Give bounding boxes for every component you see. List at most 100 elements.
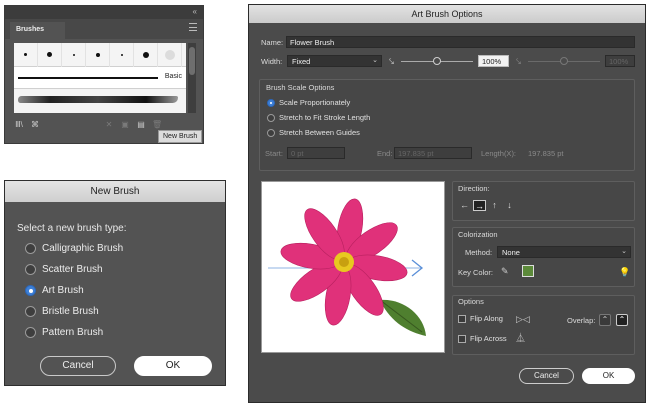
variation-icon: ⤥: [516, 56, 522, 66]
panel-tab-row: Brushes: [5, 19, 203, 39]
scale-option[interactable]: Stretch Between Guides: [267, 128, 360, 137]
width-mode-dropdown[interactable]: Fixed ⌄: [287, 55, 382, 67]
eyedropper-icon[interactable]: ✎: [501, 266, 509, 276]
library-icon[interactable]: ⌘: [30, 120, 40, 129]
art-brush-options-dialog: Art Brush Options Name: Flower Brush Wid…: [248, 4, 646, 403]
ok-button[interactable]: OK: [582, 368, 635, 384]
direction-arrow-button[interactable]: ↓: [503, 200, 516, 211]
scrollbar-thumb[interactable]: [189, 47, 195, 75]
flip-across-icon: ⏅: [516, 333, 526, 343]
brush-type-label: Calligraphic Brush: [42, 242, 124, 254]
brush-type-option[interactable]: Pattern Brush: [25, 325, 103, 339]
collapse-icon[interactable]: «: [193, 7, 197, 16]
radio-button[interactable]: [267, 98, 275, 107]
scale-option[interactable]: Stretch to Fit Stroke Length: [267, 113, 370, 122]
brush-libraries-icon[interactable]: Ⅲ\: [14, 120, 24, 129]
panel-menu-icon[interactable]: [189, 23, 197, 31]
end-field: 197.835 pt: [394, 147, 472, 159]
new-brush-dialog: New Brush Select a new brush type: Calli…: [4, 180, 226, 386]
length-value: 197.835 pt: [528, 149, 564, 158]
name-label: Name:: [261, 38, 284, 47]
flip-across-option[interactable]: Flip Across: [458, 334, 507, 343]
chevron-down-icon: ⌄: [372, 57, 378, 64]
brush-type-label: Scatter Brush: [42, 263, 103, 275]
flip-along-option[interactable]: Flip Along: [458, 314, 503, 323]
brush-type-label: Pattern Brush: [42, 326, 104, 338]
start-label: Start:: [265, 149, 283, 158]
brush-tip-preview: [24, 53, 27, 56]
brush-preview: [261, 181, 445, 353]
flip-along-icon: ▷◁: [516, 314, 530, 324]
start-field: 0 pt: [287, 147, 345, 159]
width-percent-field[interactable]: 100%: [478, 55, 509, 67]
width-label: Width:: [261, 57, 283, 66]
ok-button[interactable]: OK: [134, 356, 212, 376]
cancel-button[interactable]: Cancel: [519, 368, 574, 384]
scale-group-title: Brush Scale Options: [266, 83, 335, 92]
brush-tip-preview: [95, 52, 100, 57]
radio-button[interactable]: [267, 128, 275, 137]
brush-type-option[interactable]: Calligraphic Brush: [25, 241, 123, 255]
method-value: None: [502, 248, 520, 257]
flower-artwork: [268, 198, 426, 336]
brush-swatch[interactable]: [158, 42, 182, 67]
cancel-button[interactable]: Cancel: [40, 356, 116, 376]
brush-swatch[interactable]: [62, 42, 86, 67]
brush-dots-row: [14, 42, 186, 67]
brush-art-stroke[interactable]: [14, 89, 186, 112]
overlap-label: Overlap:: [567, 316, 596, 325]
dialog-title: Art Brush Options: [249, 5, 645, 23]
brush-type-option[interactable]: Bristle Brush: [25, 304, 99, 318]
remove-stroke-icon[interactable]: ✕: [104, 120, 114, 129]
basic-brush-label: Basic: [164, 73, 182, 80]
brush-type-option[interactable]: Scatter Brush: [25, 262, 103, 276]
brush-tip-preview: [72, 53, 75, 56]
brush-swatch[interactable]: [38, 42, 62, 67]
colorization-label: Colorization: [458, 230, 498, 239]
brush-swatch[interactable]: [110, 42, 134, 67]
length-label: Length(X):: [481, 149, 517, 158]
options-icon[interactable]: ▣: [120, 120, 130, 129]
radio-button[interactable]: [25, 263, 36, 275]
radio-button[interactable]: [25, 305, 36, 317]
brush-type-option[interactable]: Art Brush: [25, 283, 84, 297]
key-color-label: Key Color:: [458, 268, 494, 277]
direction-arrow-button[interactable]: ↑: [488, 200, 501, 211]
scale-option[interactable]: Scale Proportionately: [267, 98, 350, 107]
key-color-swatch[interactable]: [522, 265, 534, 277]
radio-button[interactable]: [25, 284, 36, 296]
radio-button[interactable]: [267, 113, 275, 122]
flower-center-inner: [339, 257, 349, 267]
overlap-none-icon[interactable]: ⌃: [616, 314, 628, 326]
brush-tip-preview: [120, 53, 123, 56]
panel-titlebar[interactable]: «: [5, 6, 203, 19]
direction-arrow-button[interactable]: →: [473, 200, 486, 211]
flip-across-label: Flip Across: [470, 334, 507, 343]
flip-across-checkbox[interactable]: [458, 334, 466, 343]
brushes-panel: « Brushes Basic Ⅲ\ ⌘ ✕ ▣ ▤ 🗑: [4, 5, 204, 144]
variation-percent-field: 100%: [605, 55, 635, 67]
brush-swatch[interactable]: [134, 42, 158, 67]
radio-button[interactable]: [25, 242, 36, 254]
brush-swatch[interactable]: [86, 42, 110, 67]
direction-label: Direction:: [458, 184, 490, 193]
brush-swatch[interactable]: [14, 42, 38, 67]
name-field[interactable]: Flower Brush: [286, 36, 635, 48]
flip-along-label: Flip Along: [470, 314, 503, 323]
panel-bottom-toolbar: Ⅲ\ ⌘ ✕ ▣ ▤ 🗑: [14, 117, 194, 131]
tip-icon[interactable]: 💡: [619, 267, 630, 277]
radio-button[interactable]: [25, 326, 36, 338]
direction-arrow-button[interactable]: ←: [458, 200, 471, 211]
delete-brush-icon[interactable]: 🗑: [152, 120, 162, 129]
overlap-adjust-icon[interactable]: ⌃: [599, 314, 611, 326]
tab-brushes[interactable]: Brushes: [10, 22, 65, 39]
brush-type-label: Art Brush: [42, 284, 84, 296]
brush-type-label: Bristle Brush: [42, 305, 99, 317]
scale-option-label: Stretch to Fit Stroke Length: [279, 113, 371, 122]
flip-along-checkbox[interactable]: [458, 314, 466, 323]
new-brush-icon[interactable]: ▤: [136, 120, 146, 129]
brush-basic[interactable]: Basic: [14, 67, 186, 89]
method-dropdown[interactable]: None ⌄: [497, 246, 631, 258]
width-slider-knob[interactable]: [433, 57, 441, 65]
brush-list-scrollbar[interactable]: [188, 43, 196, 113]
